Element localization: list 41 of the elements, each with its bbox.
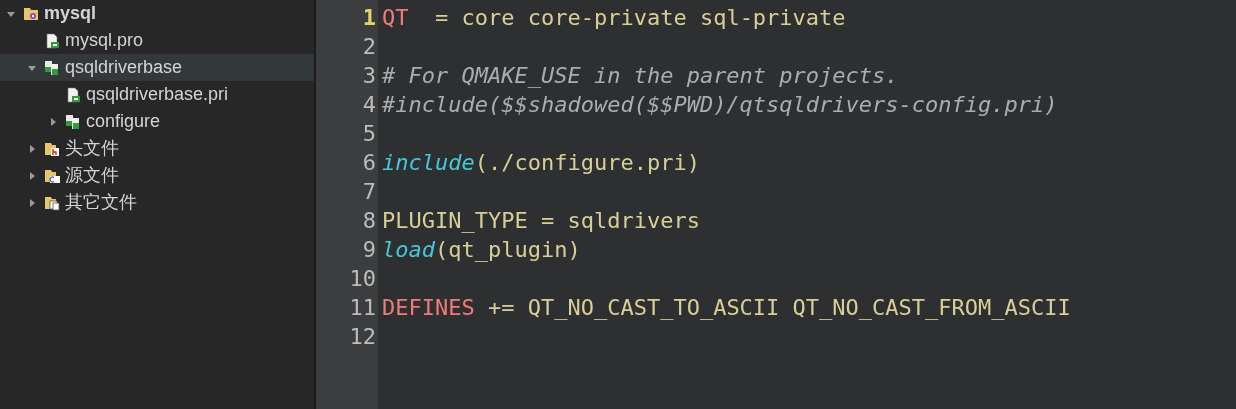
qt-file-icon xyxy=(44,32,60,49)
code-line: # For QMAKE_USE in the parent projects. xyxy=(382,63,899,88)
tree-item-label: configure xyxy=(86,110,161,133)
tree-item-label: qsqldriverbase xyxy=(65,56,183,79)
line-number: 9 xyxy=(361,236,377,264)
tree-item-label: 源文件 xyxy=(65,164,119,187)
line-number: 8 xyxy=(361,207,377,235)
collapsed-arrow-icon[interactable] xyxy=(28,144,36,153)
header-folder-icon xyxy=(44,140,60,157)
expanded-arrow-icon[interactable] xyxy=(28,63,36,72)
line-number: 5 xyxy=(361,120,377,148)
file-group-icon xyxy=(65,113,81,130)
code-line: QT = core core-private sql-private xyxy=(382,5,846,30)
code-line: include(./configure.pri) xyxy=(382,150,700,175)
line-number: 6 xyxy=(361,149,377,177)
code-line: DEFINES += QT_NO_CAST_TO_ASCII QT_NO_CAST_FROM_ASCII xyxy=(382,295,1071,320)
line-number: 2 xyxy=(361,33,377,61)
tree-item-label: 其它文件 xyxy=(65,191,137,214)
line-number: 3 xyxy=(361,62,377,90)
tree-item-label: mysql xyxy=(44,2,97,25)
tree-item-label: qsqldriverbase.pri xyxy=(86,83,229,106)
line-number: 1 xyxy=(361,4,377,32)
source-folder-icon xyxy=(44,167,60,184)
code-line: load(qt_plugin) xyxy=(382,237,581,262)
collapsed-arrow-icon[interactable] xyxy=(28,198,36,207)
tree-item-label: 头文件 xyxy=(65,137,119,160)
collapsed-arrow-icon[interactable] xyxy=(28,171,36,180)
line-number: 12 xyxy=(348,323,377,351)
code-line: #include($$shadowed($$PWD)/qtsqldrivers-config.pri) xyxy=(382,92,1058,117)
line-number: 11 xyxy=(348,294,377,322)
other-files-folder-icon xyxy=(44,194,60,211)
tree-item[interactable]: qsqldriverbase xyxy=(0,54,314,81)
expanded-arrow-icon[interactable] xyxy=(7,9,15,18)
code-line: PLUGIN_TYPE = sqldrivers xyxy=(382,208,700,233)
file-group-icon xyxy=(44,59,60,76)
collapsed-arrow-icon[interactable] xyxy=(49,117,57,126)
line-number: 7 xyxy=(361,178,377,206)
qt-file-icon xyxy=(65,86,81,103)
line-number: 10 xyxy=(348,265,377,293)
line-number: 4 xyxy=(361,91,377,119)
tree-item-label: mysql.pro xyxy=(65,29,144,52)
